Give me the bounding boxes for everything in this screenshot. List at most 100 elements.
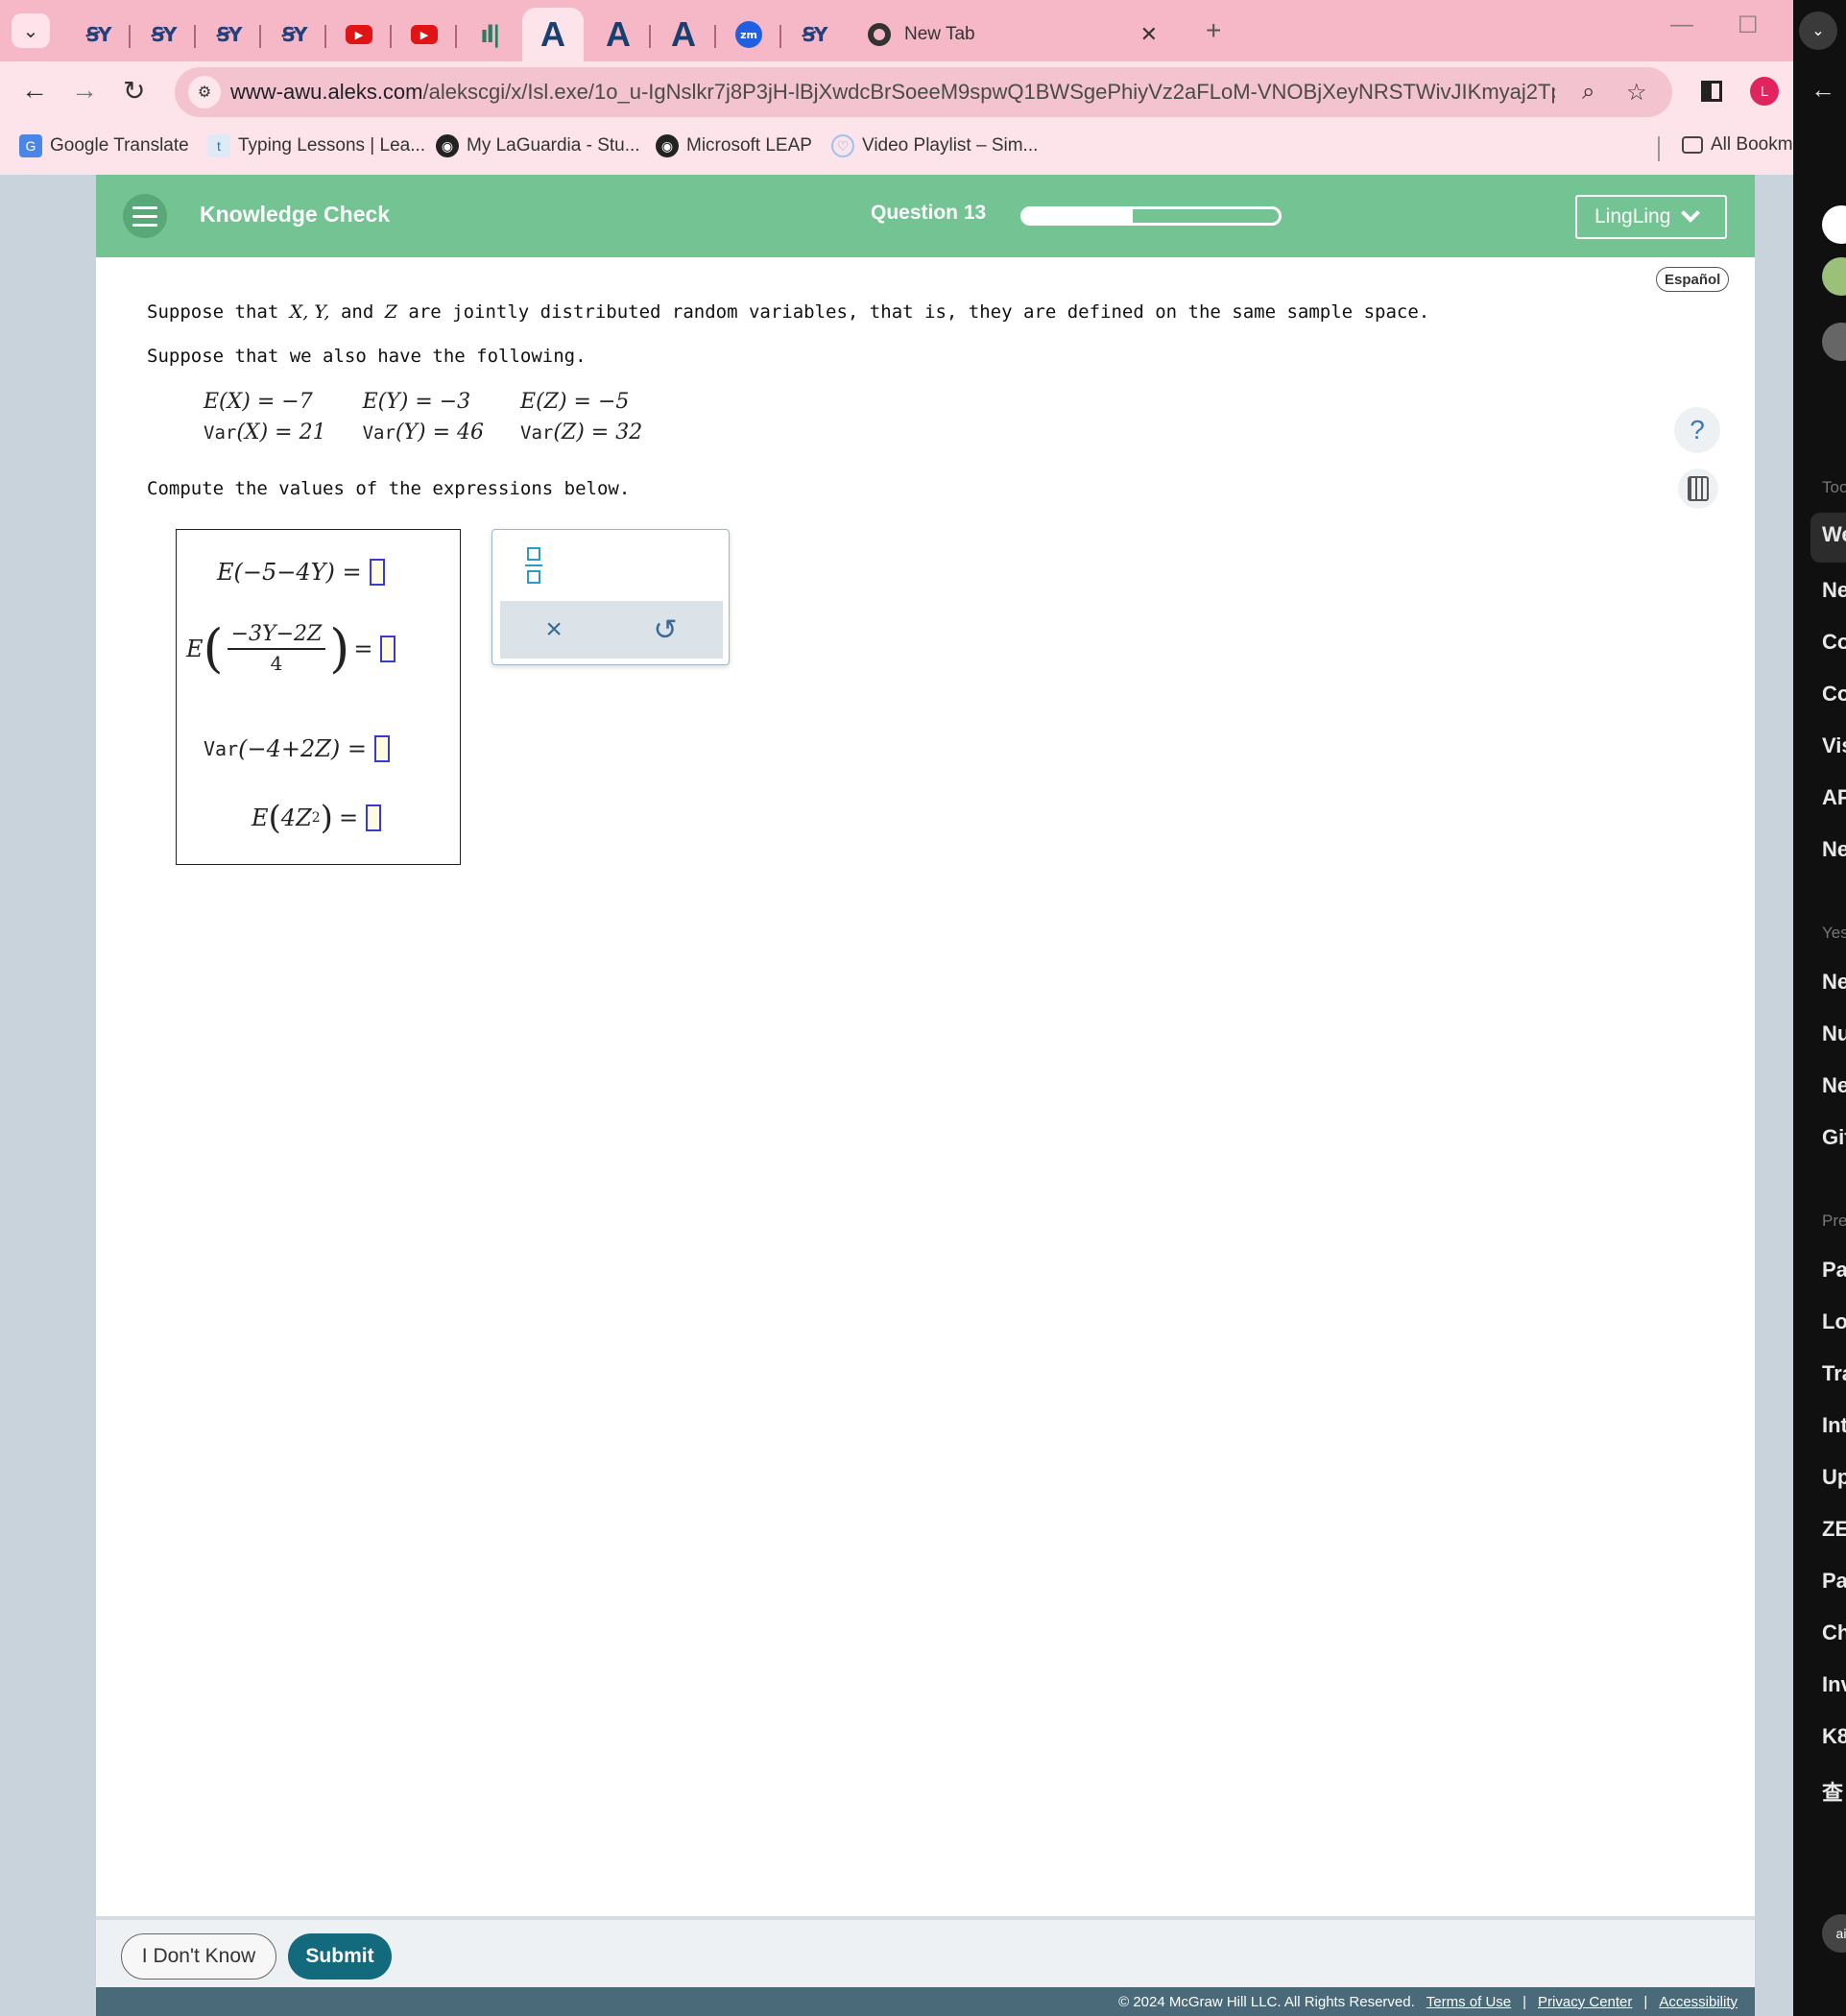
calculator-icon: [1688, 476, 1709, 501]
site-info-icon[interactable]: ⚙: [188, 76, 221, 108]
bookmark-star-icon[interactable]: ☆: [1626, 79, 1647, 107]
tab-cuny-1[interactable]: ꞨY: [65, 8, 131, 61]
panel-item[interactable]: Lo: [1822, 1309, 1846, 1334]
heart-icon: ♡: [831, 134, 854, 157]
panel-item[interactable]: Ne: [1822, 970, 1846, 995]
tab-aleks-active[interactable]: A: [522, 8, 584, 61]
close-tab-icon[interactable]: ✕: [1140, 22, 1158, 47]
bookmark-microsoft-leap[interactable]: ◉ Microsoft LEAP: [656, 134, 812, 157]
user-name: LingLing: [1594, 205, 1671, 228]
profile-avatar[interactable]: L: [1750, 77, 1779, 106]
forward-icon[interactable]: →: [71, 75, 98, 106]
side-panel-icon[interactable]: [1701, 81, 1722, 102]
answer-input-3[interactable]: [374, 735, 391, 762]
panel-item[interactable]: Nu: [1822, 1021, 1846, 1046]
youtube-icon: ▶: [346, 25, 372, 44]
answer-input-1[interactable]: [369, 559, 385, 586]
terms-link[interactable]: Terms of Use: [1426, 1994, 1511, 2010]
tab-youtube-2[interactable]: ▶: [392, 8, 457, 61]
panel-item[interactable]: Tra: [1822, 1361, 1846, 1386]
minimize-icon[interactable]: —: [1670, 12, 1693, 38]
user-menu-button[interactable]: LingLing: [1575, 195, 1727, 239]
math-palette: × ↺: [491, 529, 730, 665]
ai-logo-icon[interactable]: [1822, 205, 1846, 244]
all-bookmarks[interactable]: All Bookm: [1682, 134, 1793, 156]
tab-zoom[interactable]: zm: [716, 8, 781, 61]
panel-section-label: Pre: [1822, 1212, 1846, 1230]
app-icon[interactable]: [1822, 323, 1846, 361]
panel-item[interactable]: Vis: [1822, 733, 1846, 758]
panel-back-icon[interactable]: ←: [1810, 75, 1835, 105]
fraction-button[interactable]: [525, 547, 542, 584]
undo-icon[interactable]: ↺: [654, 613, 678, 647]
tab-search-button[interactable]: ⌄: [12, 13, 50, 48]
legal-footer: © 2024 McGraw Hill LLC. All Rights Reser…: [96, 1987, 1755, 2016]
tab-aleks-3[interactable]: A: [651, 8, 716, 61]
avatar[interactable]: [1822, 257, 1846, 296]
expected-y: E(Y) = −3: [362, 390, 471, 414]
tab-cuny-4[interactable]: ꞨY: [261, 8, 326, 61]
question-given-intro: Suppose that we also have the following.: [147, 346, 587, 367]
palette-actions: × ↺: [500, 601, 723, 659]
panel-item[interactable]: Pa: [1822, 1258, 1846, 1283]
tab-cuny-3[interactable]: ꞨY: [196, 8, 261, 61]
hamburger-icon: [132, 205, 157, 209]
panel-item[interactable]: We: [1810, 513, 1846, 563]
panel-item[interactable]: 查: [1822, 1776, 1843, 1807]
accessibility-link[interactable]: Accessibility: [1659, 1994, 1738, 2010]
variance-y: Var(Y) = 46: [362, 420, 485, 444]
submit-button[interactable]: Submit: [288, 1933, 392, 1980]
cuny-icon: ꞨY: [151, 23, 178, 46]
panel-menu-icon[interactable]: ⌄: [1799, 12, 1837, 50]
bookmark-typing-lessons[interactable]: t Typing Lessons | Lea...: [207, 134, 425, 157]
panel-item[interactable]: ZE: [1822, 1517, 1846, 1542]
panel-item[interactable]: K8: [1822, 1724, 1846, 1749]
bookmark-video-playlist[interactable]: ♡ Video Playlist – Sim...: [831, 134, 1038, 157]
tab-cuny-5[interactable]: ꞨY: [781, 8, 847, 61]
tab-bars[interactable]: ıl|: [457, 8, 522, 61]
privacy-link[interactable]: Privacy Center: [1538, 1994, 1632, 2010]
panel-section-label: Yes: [1822, 924, 1846, 942]
aleks-icon: A: [606, 14, 631, 54]
maximize-icon[interactable]: ☐: [1738, 12, 1759, 39]
reload-icon[interactable]: ↻: [123, 75, 145, 107]
panel-avatar[interactable]: ai: [1822, 1914, 1846, 1953]
back-icon[interactable]: ←: [21, 75, 48, 106]
cuny-icon: ꞨY: [802, 23, 828, 46]
tab-youtube-1[interactable]: ▶: [326, 8, 392, 61]
expected-z: E(Z) = −5: [520, 390, 630, 414]
expression-3: Var (−4+2Z) =: [204, 735, 391, 762]
panel-item[interactable]: Int: [1822, 1413, 1846, 1438]
clear-icon[interactable]: ×: [545, 613, 563, 646]
answer-input-2[interactable]: [380, 635, 396, 662]
url-text[interactable]: www-awu.aleks.com/alekscgi/x/Isl.exe/1o_…: [230, 80, 1555, 105]
tab-new-tab[interactable]: New Tab ✕: [854, 8, 1192, 61]
panel-item[interactable]: Ne: [1822, 1073, 1846, 1098]
panel-item[interactable]: Up: [1822, 1465, 1846, 1490]
tab-strip: ⌄ ꞨY ꞨY ꞨY ꞨY ▶ ▶ ıl| A A A zm ꞨY New Ta…: [0, 0, 1793, 61]
menu-button[interactable]: [123, 194, 167, 238]
i-dont-know-button[interactable]: I Don't Know: [121, 1933, 276, 1980]
panel-item[interactable]: Ch: [1822, 1620, 1846, 1645]
panel-item[interactable]: Git: [1822, 1125, 1846, 1150]
language-toggle-button[interactable]: Español: [1656, 267, 1730, 292]
panel-item[interactable]: Inv: [1822, 1672, 1846, 1697]
calculator-button[interactable]: [1678, 468, 1718, 509]
bookmark-google-translate[interactable]: G Google Translate: [19, 134, 189, 157]
new-tab-button[interactable]: +: [1206, 15, 1221, 46]
panel-item[interactable]: Pa: [1822, 1569, 1846, 1594]
panel-item[interactable]: Ne: [1822, 578, 1846, 603]
panel-item[interactable]: Co: [1822, 682, 1846, 707]
tab-cuny-2[interactable]: ꞨY: [131, 8, 196, 61]
panel-item[interactable]: Co: [1822, 630, 1846, 655]
panel-item[interactable]: Ne: [1822, 837, 1846, 862]
answer-input-4[interactable]: [366, 804, 382, 831]
variance-z: Var(Z) = 32: [520, 420, 643, 444]
tab-aleks-2[interactable]: A: [586, 8, 651, 61]
address-bar[interactable]: ⚙ www-awu.aleks.com/alekscgi/x/Isl.exe/1…: [175, 67, 1672, 117]
help-button[interactable]: ?: [1674, 407, 1720, 453]
panel-item[interactable]: AP: [1822, 785, 1846, 810]
zoom-icon[interactable]: ⌕: [1582, 79, 1594, 106]
question-mark-icon: ?: [1690, 415, 1705, 444]
bookmark-my-laguardia[interactable]: ◉ My LaGuardia - Stu...: [436, 134, 640, 157]
